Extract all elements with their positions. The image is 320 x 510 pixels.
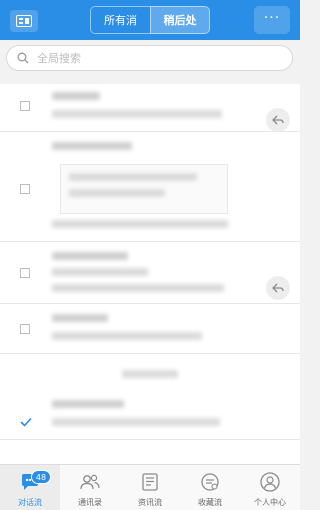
- reply-icon: [272, 283, 284, 293]
- list-item[interactable]: [0, 132, 300, 242]
- list-item[interactable]: [0, 304, 300, 354]
- tab-contacts[interactable]: 通讯录: [60, 465, 120, 510]
- checkmark-icon: [20, 417, 32, 427]
- redacted-title: [52, 142, 132, 150]
- message-list: [0, 84, 300, 464]
- redacted-title: [52, 92, 100, 100]
- list-item[interactable]: [0, 242, 300, 304]
- item-checkbox[interactable]: [20, 324, 30, 334]
- redacted-text: [52, 284, 224, 292]
- message-filter-tabs: 所有消息 稍后处理: [90, 6, 210, 34]
- tab-handle-later[interactable]: 稍后处理: [150, 6, 210, 34]
- redacted-text: [52, 220, 228, 228]
- list-item[interactable]: [0, 84, 300, 132]
- item-checkbox[interactable]: [20, 184, 30, 194]
- redacted-text: [122, 370, 178, 378]
- more-button[interactable]: ···: [254, 6, 290, 34]
- reply-icon: [272, 115, 284, 125]
- tab-favorites[interactable]: 收藏流: [180, 465, 240, 510]
- quoted-content: [60, 164, 228, 214]
- redacted-text: [52, 110, 222, 118]
- redacted-text: [52, 418, 220, 426]
- top-header: 所有消息 稍后处理 ···: [0, 0, 300, 40]
- redacted-title: [52, 314, 108, 322]
- favorites-icon: [201, 473, 219, 491]
- search-bar: [0, 40, 300, 76]
- reply-button[interactable]: [266, 276, 290, 300]
- tab-label: 通讯录: [78, 498, 102, 507]
- list-item[interactable]: [0, 390, 300, 440]
- item-checkbox-checked[interactable]: [20, 412, 32, 427]
- redacted-text: [69, 173, 197, 181]
- tab-chat-flow[interactable]: 48 对话流: [0, 465, 60, 510]
- tab-label: 资讯流: [138, 498, 162, 507]
- redacted-title: [52, 400, 124, 408]
- search-input[interactable]: [37, 49, 277, 67]
- list-separator-tip: [0, 362, 300, 386]
- redacted-text: [69, 189, 165, 197]
- tab-label: 个人中心: [254, 498, 286, 507]
- profile-icon: [260, 472, 280, 492]
- reply-button[interactable]: [266, 108, 290, 132]
- bottom-tab-bar: 48 对话流 通讯录 资讯流 收藏流 个人中心: [0, 464, 300, 510]
- tab-news-flow[interactable]: 资讯流: [120, 465, 180, 510]
- tab-all-messages[interactable]: 所有消息: [90, 6, 150, 34]
- redacted-title: [52, 252, 128, 260]
- tab-label: 对话流: [18, 498, 42, 507]
- unread-badge: 48: [31, 470, 51, 484]
- contacts-icon: [80, 474, 100, 490]
- search-box: [6, 45, 293, 71]
- contact-card-icon: [16, 15, 32, 27]
- redacted-text: [52, 268, 148, 276]
- redacted-text: [52, 332, 202, 340]
- news-icon: [142, 473, 158, 491]
- item-checkbox[interactable]: [20, 268, 30, 278]
- tab-label: 收藏流: [198, 498, 222, 507]
- contacts-card-button[interactable]: [10, 10, 38, 32]
- item-checkbox[interactable]: [20, 101, 30, 111]
- search-icon: [17, 52, 29, 64]
- tab-profile[interactable]: 个人中心: [240, 465, 300, 510]
